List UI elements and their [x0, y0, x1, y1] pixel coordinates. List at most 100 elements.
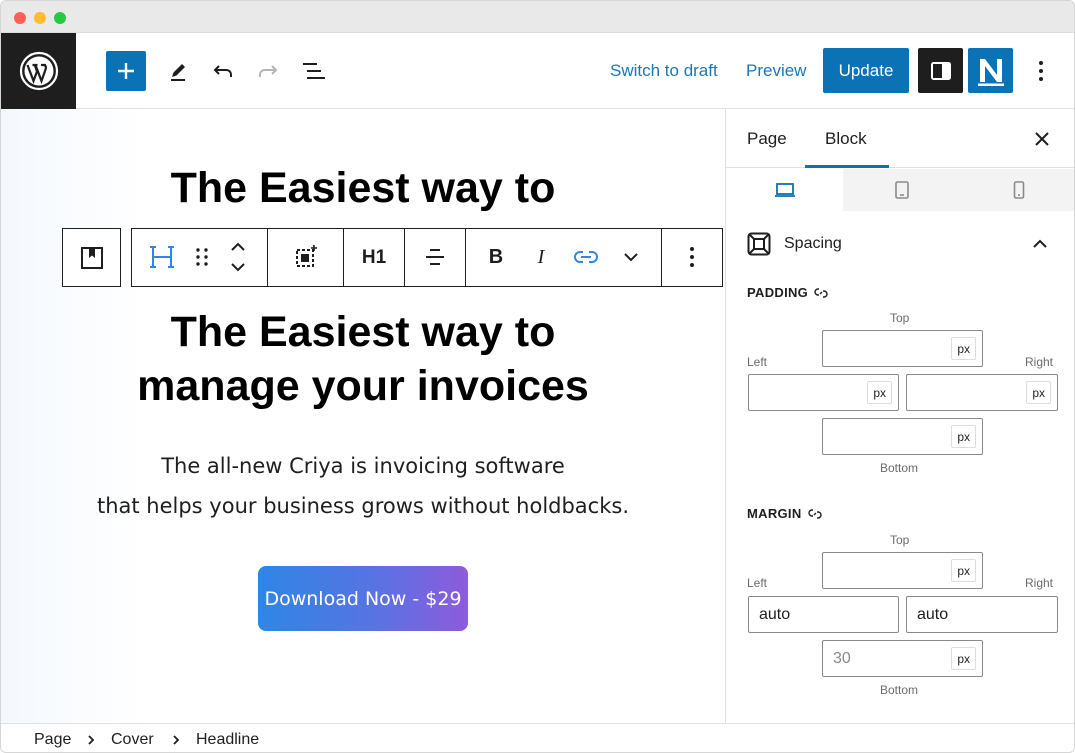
margin-right-input[interactable]: auto: [906, 596, 1058, 633]
list-view-icon: [303, 63, 325, 79]
chevron-right-icon: [88, 735, 95, 745]
padding-right-unit[interactable]: px: [1026, 381, 1051, 404]
close-icon: [1035, 132, 1049, 146]
breadcrumb-headline: Headline: [196, 731, 260, 748]
cover-block-icon: [80, 246, 103, 269]
margin-left-input[interactable]: auto: [748, 596, 899, 633]
padding-bottom-input[interactable]: px: [822, 418, 983, 455]
align-group: [405, 229, 466, 286]
block-breadcrumb: Page Cover Headline: [1, 723, 1074, 752]
link-button[interactable]: [570, 241, 602, 273]
heading-level-group: H1: [344, 229, 405, 286]
options-menu-button[interactable]: [1027, 55, 1055, 87]
maximize-window-button[interactable]: [54, 12, 66, 24]
margin-left-value: auto: [759, 605, 791, 623]
more-vertical-icon: [690, 247, 694, 267]
margin-top-label: Top: [890, 533, 910, 547]
breadcrumb-page[interactable]: Page: [34, 731, 71, 749]
padding-top-label: Top: [890, 311, 910, 325]
padding-section-label: PADDING: [747, 285, 828, 300]
mobile-icon: [1013, 181, 1024, 199]
tab-block[interactable]: Block: [825, 129, 867, 149]
undo-button[interactable]: [207, 55, 239, 87]
settings-sidebar-toggle[interactable]: [918, 48, 963, 93]
select-block-button[interactable]: [290, 241, 322, 273]
plugin-n-button[interactable]: [968, 48, 1013, 93]
collapse-panel-button[interactable]: [1030, 234, 1054, 254]
margin-left-label: Left: [747, 576, 768, 590]
block-options-button[interactable]: [676, 241, 708, 273]
italic-button[interactable]: I: [525, 241, 557, 273]
bold-button[interactable]: B: [480, 241, 512, 273]
spacing-icon: [747, 232, 771, 256]
margin-right-value: auto: [917, 605, 949, 623]
margin-bottom-label: Bottom: [880, 683, 919, 697]
padding-top-input[interactable]: px: [822, 330, 983, 367]
options-group: [662, 229, 722, 286]
chevron-right-icon: [173, 735, 180, 745]
pencil-icon: [171, 64, 185, 81]
align-text-button[interactable]: [419, 241, 451, 273]
device-desktop-button[interactable]: [726, 169, 843, 211]
active-tab-indicator: [805, 165, 889, 168]
device-mobile-button[interactable]: [960, 169, 1074, 211]
select-parent-block-button[interactable]: [62, 228, 121, 287]
add-block-button[interactable]: [106, 51, 146, 91]
document-overview-button[interactable]: [298, 55, 330, 87]
download-cta-button[interactable]: Download Now - $29: [258, 566, 468, 631]
subheading-line-1: The all-new Criya is invoicing software: [161, 454, 565, 478]
update-button[interactable]: Update: [823, 48, 909, 93]
margin-right-label: Right: [1025, 576, 1054, 590]
redo-button[interactable]: [252, 55, 284, 87]
chevron-down-icon: [624, 253, 638, 262]
margin-bottom-input[interactable]: 30 px: [822, 640, 983, 677]
editor-canvas[interactable]: The Easiest way to The Easiest way to ma…: [1, 109, 725, 723]
margin-top-unit[interactable]: px: [951, 559, 976, 582]
headline-ghost: The Easiest way to: [170, 164, 556, 212]
italic-icon: I: [537, 245, 545, 268]
bold-icon: B: [488, 245, 504, 268]
format-group: B I: [466, 229, 662, 286]
desktop-icon: [774, 183, 795, 197]
minimize-window-button[interactable]: [34, 12, 46, 24]
device-tablet-button[interactable]: [843, 169, 960, 211]
heading-icon: [150, 246, 174, 268]
padding-right-input[interactable]: px: [906, 374, 1058, 411]
block-type-group: [132, 229, 268, 286]
block-toolbar: H1 B I: [131, 228, 723, 287]
padding-left-input[interactable]: px: [748, 374, 899, 411]
padding-bottom-unit[interactable]: px: [951, 425, 976, 448]
undo-icon: [213, 65, 232, 77]
padding-label: PADDING: [747, 285, 809, 300]
device-switcher: [726, 169, 1074, 211]
close-window-button[interactable]: [14, 12, 26, 24]
editor-top-bar: Switch to draft Preview Update: [1, 33, 1074, 109]
drag-handle[interactable]: [186, 241, 218, 273]
wordpress-logo-icon[interactable]: [1, 33, 76, 109]
heading-block-button[interactable]: [146, 241, 178, 273]
n-logo-icon: [977, 58, 1004, 86]
tab-page[interactable]: Page: [747, 129, 787, 149]
settings-sidebar: Page Block Spacing PADDING Top px Left R…: [725, 109, 1074, 723]
padding-top-unit[interactable]: px: [951, 337, 976, 360]
spacing-panel-title[interactable]: Spacing: [784, 235, 842, 253]
padding-bottom-label: Bottom: [880, 461, 919, 475]
heading-level-button[interactable]: H1: [362, 247, 386, 269]
breadcrumb-cover[interactable]: Cover: [111, 731, 154, 749]
transform-group: [268, 229, 344, 286]
edit-tools-button[interactable]: [162, 55, 194, 87]
more-rich-text-button[interactable]: [615, 241, 647, 273]
padding-left-label: Left: [747, 355, 768, 369]
switch-to-draft-button[interactable]: Switch to draft: [610, 61, 718, 81]
tablet-icon: [894, 181, 909, 199]
padding-left-unit[interactable]: px: [867, 381, 892, 404]
browser-window: Switch to draft Preview Update The Easie…: [0, 0, 1075, 753]
margin-bottom-unit[interactable]: px: [951, 647, 976, 670]
preview-button[interactable]: Preview: [746, 61, 806, 81]
close-sidebar-button[interactable]: [1030, 127, 1054, 151]
margin-top-input[interactable]: px: [822, 552, 983, 589]
unlink-icon[interactable]: [814, 286, 828, 300]
unlink-icon[interactable]: [807, 507, 822, 521]
move-up-down-buttons[interactable]: [222, 239, 254, 275]
headline-block[interactable]: The Easiest way to manage your invoices: [1, 305, 725, 413]
